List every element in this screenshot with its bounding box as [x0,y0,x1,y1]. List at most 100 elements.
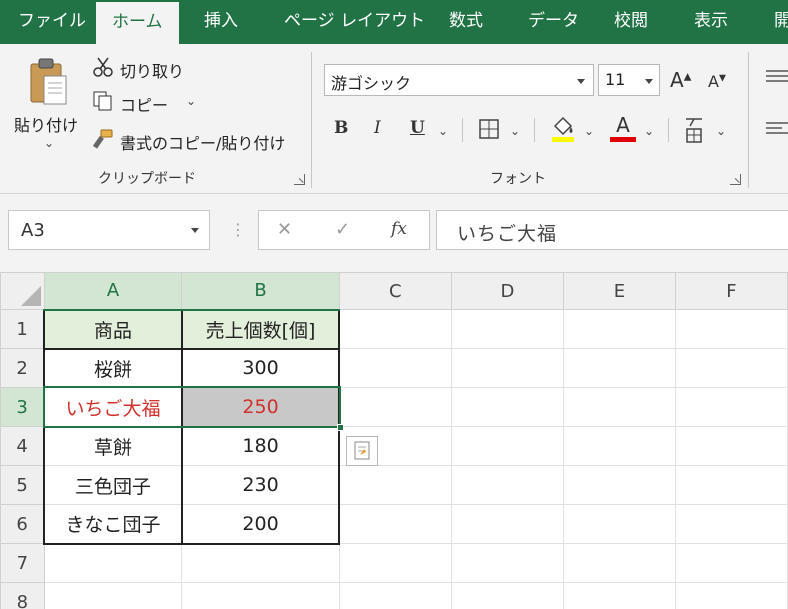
borders-dropdown-chevron-icon[interactable]: ⌄ [510,124,520,138]
italic-button[interactable]: I [374,118,381,138]
cell[interactable] [562,387,676,427]
column-header[interactable]: C [338,272,452,310]
cell[interactable] [450,543,564,583]
cell[interactable] [450,504,564,544]
cell-a7[interactable] [43,543,183,583]
cell[interactable] [674,543,788,583]
cell[interactable] [674,348,788,388]
enter-button[interactable]: ✓ [335,219,350,240]
cell-b1[interactable]: 売上個数[個] [181,308,341,350]
cell[interactable] [338,582,452,609]
row-header[interactable]: 5 [0,465,45,505]
cell[interactable] [450,465,564,505]
row-header[interactable]: 6 [0,504,45,544]
column-header[interactable]: D [450,272,564,310]
cell[interactable] [562,426,676,466]
cell[interactable] [562,504,676,544]
quick-analysis-button[interactable] [346,436,378,466]
tab-file[interactable]: ファイル [18,0,86,44]
tab-page-layout[interactable]: ページ レイアウト [284,0,425,44]
font-color-dropdown-chevron-icon[interactable]: ⌄ [644,124,654,138]
format-painter-button[interactable]: 書式のコピー/貼り付け [120,130,285,154]
cell[interactable] [450,426,564,466]
font-color-button[interactable]: A [610,114,636,144]
cell[interactable] [338,348,452,388]
cancel-entry-button[interactable]: ✕ [277,219,292,240]
cell-a2[interactable]: 桜餅 [43,348,183,388]
row-header[interactable]: 4 [0,426,45,466]
column-header[interactable]: F [674,272,788,310]
tab-formulas[interactable]: 数式 [449,0,483,44]
copy-button[interactable]: コピー [120,92,168,116]
tab-view[interactable]: 表示 [694,0,728,44]
cell[interactable] [562,309,676,349]
cell[interactable] [562,465,676,505]
cell-b3[interactable]: 250 [181,387,341,427]
select-all-corner[interactable] [0,272,45,310]
copy-dropdown-chevron-icon[interactable]: ⌄ [186,94,196,108]
row-header[interactable]: 7 [0,543,45,583]
fill-handle[interactable] [337,424,344,431]
insert-function-button[interactable]: fx [391,219,407,239]
column-header[interactable]: A [43,272,183,311]
row-header[interactable]: 1 [0,309,45,349]
row-header[interactable]: 3 [0,387,46,427]
formula-input[interactable]: いちご大福 [436,210,788,250]
phonetic-dropdown-chevron-icon[interactable]: ⌄ [716,124,726,138]
cell-b7[interactable] [181,543,340,583]
cell-a3[interactable]: いちご大福 [43,387,183,427]
cell-b2[interactable]: 300 [181,348,341,388]
cell[interactable] [562,582,676,609]
cell-a8[interactable] [43,582,183,609]
column-header[interactable]: E [562,272,676,310]
clipboard-launcher-icon[interactable] [294,174,305,185]
borders-icon[interactable] [478,118,500,140]
cell[interactable] [674,465,788,505]
row-header[interactable]: 2 [0,348,45,388]
tab-home[interactable]: ホーム [96,2,179,44]
cell[interactable] [674,504,788,544]
paste-icon[interactable] [26,56,72,108]
column-header[interactable]: B [181,272,340,311]
underline-dropdown-chevron-icon[interactable]: ⌄ [438,124,448,138]
cell[interactable] [338,504,452,544]
cell[interactable] [338,387,452,427]
phonetic-guide-icon[interactable] [682,116,706,144]
align-left-icon[interactable] [766,120,788,134]
formula-bar-grip-icon[interactable]: ⋮ [230,220,246,239]
paste-dropdown-chevron-icon[interactable]: ⌄ [44,136,54,150]
cell-a4[interactable]: 草餅 [43,426,183,466]
cell-a5[interactable]: 三色団子 [43,465,183,505]
tab-review[interactable]: 校閲 [614,0,648,44]
cell[interactable] [450,309,564,349]
name-box[interactable]: A3 [8,210,210,250]
underline-button[interactable]: U [410,118,425,138]
paste-button-label[interactable]: 貼り付け [14,112,78,136]
cell[interactable] [674,582,788,609]
cell-b8[interactable] [181,582,340,609]
row-header[interactable]: 8 [0,582,45,609]
cell-b4[interactable]: 180 [181,426,341,466]
cell[interactable] [338,309,452,349]
cell-b5[interactable]: 230 [181,465,341,505]
cell[interactable] [674,426,788,466]
cell-a6[interactable]: きなこ団子 [43,504,183,545]
cell-b6[interactable]: 200 [181,504,341,545]
cell[interactable] [562,543,676,583]
shrink-font-button[interactable]: A▼ [708,72,726,91]
cut-button[interactable]: 切り取り [120,58,184,82]
align-top-icon[interactable] [766,68,788,82]
bold-button[interactable]: B [334,118,348,138]
tab-data[interactable]: データ [528,0,579,44]
font-name-dropdown[interactable]: 游ゴシック [324,64,594,96]
cell[interactable] [450,582,564,609]
cell[interactable] [562,348,676,388]
cell[interactable] [450,387,564,427]
cell-a1[interactable]: 商品 [43,308,183,350]
fill-color-dropdown-chevron-icon[interactable]: ⌄ [584,124,594,138]
cell[interactable] [450,348,564,388]
cell[interactable] [674,309,788,349]
tab-developer[interactable]: 開 [774,0,788,44]
cell[interactable] [338,543,452,583]
tab-insert[interactable]: 挿入 [204,0,238,44]
